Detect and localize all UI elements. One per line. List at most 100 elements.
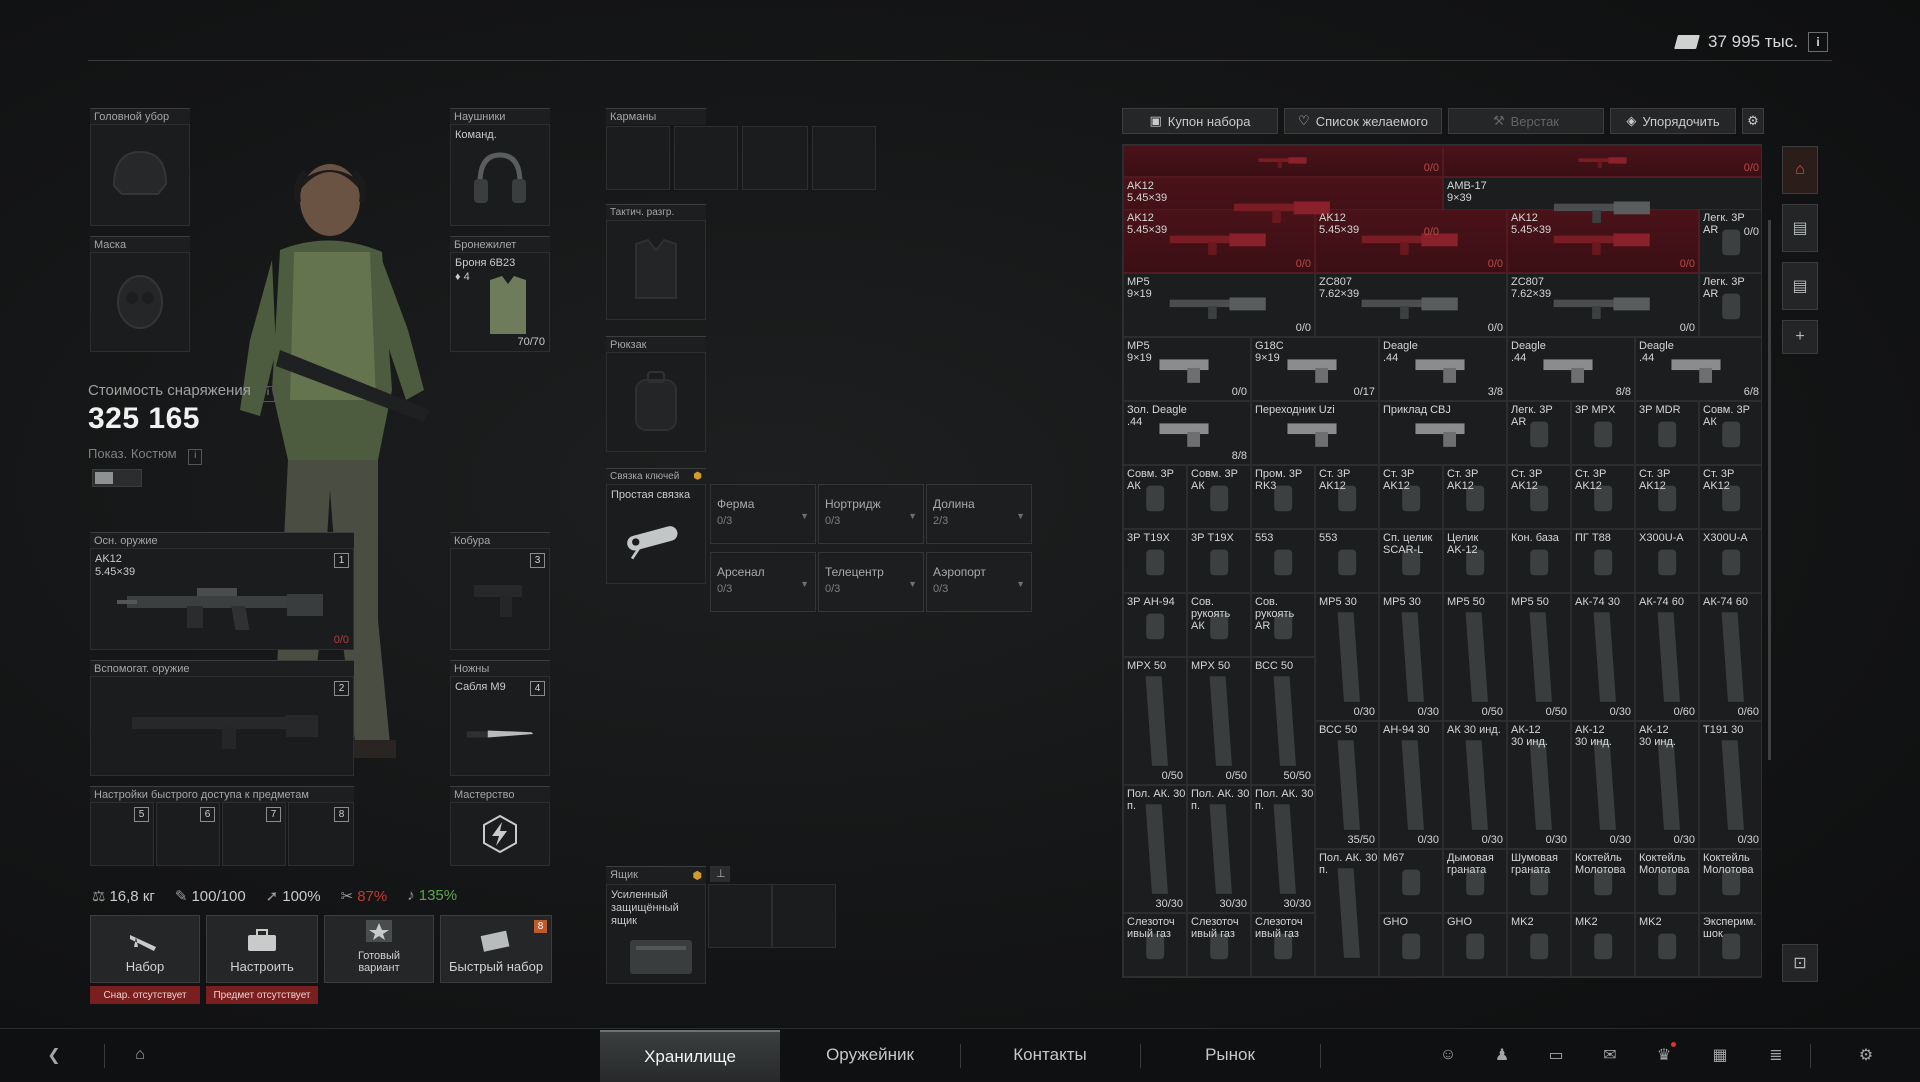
quick-loadout-button[interactable]: Быстрый набор 8 — [440, 915, 552, 983]
stash-item[interactable]: G18C 9×19 0/17 — [1251, 337, 1379, 401]
pocket-slot-2[interactable] — [674, 126, 738, 190]
stash-item[interactable]: Приклад CBJ — [1379, 401, 1507, 465]
stash-item[interactable]: MK2 — [1635, 913, 1699, 977]
tab-storage[interactable]: Хранилище — [600, 1030, 780, 1082]
key-slot[interactable]: Аэропорт 0/3 ▼ — [926, 552, 1032, 612]
stash-item[interactable]: Легк. 3Р AR — [1699, 209, 1761, 273]
notes-icon[interactable]: ▦ — [1708, 1044, 1732, 1066]
stash-item[interactable]: Сп. целик SCAR-L — [1379, 529, 1443, 593]
stash-item[interactable]: ВСС 50 35/50 — [1315, 721, 1379, 849]
stash-item[interactable]: Ст. 3Р AK12 — [1315, 465, 1379, 529]
wishlist-tab[interactable]: ♡ Список желаемого — [1284, 108, 1442, 134]
container-button-2[interactable]: ▤ — [1782, 262, 1818, 310]
stash-item[interactable]: Переходник Uzi — [1251, 401, 1379, 465]
key-slot[interactable]: Долина 2/3 ▼ — [926, 484, 1032, 544]
stash-item[interactable]: Пол. АК. 30 п. 30/30 — [1187, 785, 1251, 913]
keychain-slot[interactable]: Простая связка — [606, 484, 706, 584]
stash-item[interactable]: X300U-A — [1699, 529, 1761, 593]
stash-item[interactable]: MP5 50 0/50 — [1507, 593, 1571, 721]
stash-item[interactable]: MP5 30 0/30 — [1315, 593, 1379, 721]
back-icon[interactable]: ❮ — [42, 1044, 66, 1066]
stash-item[interactable]: MP5 50 0/50 — [1443, 593, 1507, 721]
info-icon[interactable]: i — [188, 449, 203, 465]
tab-contacts[interactable]: Контакты — [960, 1030, 1140, 1080]
stash-item[interactable]: X300U-A — [1635, 529, 1699, 593]
stash-item[interactable]: AK12 5.45×39 0/0 — [1507, 209, 1699, 273]
stash-item[interactable]: Deagle .44 3/8 — [1379, 337, 1507, 401]
stash-item[interactable]: MP5 9×19 0/0 — [1123, 273, 1315, 337]
stash-item[interactable]: Целик AK-12 — [1443, 529, 1507, 593]
settings-button[interactable]: ⚙ — [1742, 108, 1764, 134]
stash-item[interactable]: Сов. рукоять АК — [1187, 593, 1251, 657]
case-extra-slot-2[interactable] — [772, 884, 836, 948]
stash-item[interactable]: Зол. Deagle .44 8/8 — [1123, 401, 1251, 465]
kit-coupon-tab[interactable]: ▣ Купон набора — [1122, 108, 1278, 134]
stash-item[interactable]: АК-74 60 0/60 — [1699, 593, 1761, 721]
container-button-1[interactable]: ▤ — [1782, 204, 1818, 252]
earpiece-slot[interactable]: Команд. — [450, 124, 550, 226]
stash-item[interactable]: Слезоточ ивый газ — [1251, 913, 1315, 977]
stash-item[interactable]: 553 — [1251, 529, 1315, 593]
stash-item[interactable]: Deagle .44 8/8 — [1507, 337, 1635, 401]
stash-item[interactable]: АК-12 30 инд. 0/30 — [1507, 721, 1571, 849]
customize-button[interactable]: Настроить — [206, 915, 318, 983]
stash-item[interactable]: AK12 5.45×39 0/0 — [1123, 209, 1315, 273]
stash-item[interactable]: 3Р MDR — [1635, 401, 1699, 465]
profile-icon[interactable]: ♟ — [1490, 1044, 1514, 1066]
stash-item[interactable]: MK2 — [1571, 913, 1635, 977]
stash-item[interactable]: Коктейль Молотова — [1699, 849, 1761, 913]
primary-weapon-slot[interactable]: AK12 5.45×39 1 0/0 — [90, 548, 354, 650]
stash-item[interactable]: Ст. 3Р AK12 — [1699, 465, 1761, 529]
stash-item[interactable]: Коктейль Молотова — [1571, 849, 1635, 913]
stash-item[interactable]: Ст. 3Р AK12 — [1379, 465, 1443, 529]
stash-item[interactable]: Совм. 3Р АК — [1699, 401, 1761, 465]
stash-item[interactable]: MP5 9×19 0/0 — [1123, 337, 1251, 401]
stash-item[interactable]: Ст. 3Р AK12 — [1571, 465, 1635, 529]
stash-item[interactable]: AK12 5.45×39 0/0 — [1315, 209, 1507, 273]
home-icon[interactable]: ⌂ — [128, 1044, 152, 1066]
stash-item[interactable]: АК-12 30 инд. 0/30 — [1571, 721, 1635, 849]
backpack-slot[interactable] — [606, 352, 706, 452]
stash-item[interactable]: Слезоточ ивый газ — [1187, 913, 1251, 977]
stash-item[interactable]: Эксперим. шок — [1699, 913, 1761, 977]
stash-item[interactable]: 553 — [1315, 529, 1379, 593]
stash-item[interactable]: MP5 30 0/30 — [1379, 593, 1443, 721]
stash-item[interactable]: Ст. 3Р AK12 — [1443, 465, 1507, 529]
stash-item[interactable]: 0/0 — [1123, 145, 1443, 177]
quickslot-7[interactable]: 7 — [222, 802, 286, 866]
headwear-slot[interactable] — [90, 124, 190, 226]
gear-icon[interactable]: ⚙ — [1854, 1044, 1878, 1066]
info-icon[interactable]: i — [261, 386, 276, 402]
stash-item[interactable]: Сов. рукоять AR — [1251, 593, 1315, 657]
key-slot[interactable]: Телецентр 0/3 ▼ — [818, 552, 924, 612]
stash-item[interactable]: 3Р T19X — [1187, 529, 1251, 593]
stash-item[interactable]: Совм. 3Р АК — [1123, 465, 1187, 529]
discard-button[interactable]: ⊡ — [1782, 944, 1818, 982]
currency-info-button[interactable]: i — [1808, 32, 1828, 52]
stash-item[interactable]: Пол. АК. 30 п. 30/30 — [1123, 785, 1187, 913]
stash-grid[interactable]: 0/0 0/0 AK12 5.45×39 0/0 AMB-17 9×39 0/0 AK12 … — [1122, 144, 1762, 978]
secondary-weapon-slot[interactable]: 2 — [90, 676, 354, 776]
stash-item[interactable]: Ст. 3Р AK12 — [1635, 465, 1699, 529]
sort-tab[interactable]: ◈ Упорядочить — [1610, 108, 1736, 134]
pocket-slot-1[interactable] — [606, 126, 670, 190]
stash-item[interactable]: M67 — [1379, 849, 1443, 913]
quickslot-6[interactable]: 6 — [156, 802, 220, 866]
stash-item[interactable]: ZC807 7.62×39 0/0 — [1315, 273, 1507, 337]
stash-item[interactable]: АН-94 30 0/30 — [1379, 721, 1443, 849]
stash-item[interactable]: АК 30 инд. 0/30 — [1443, 721, 1507, 849]
stash-item[interactable]: Пол. АК. 30 п. 30/30 — [1251, 785, 1315, 913]
chat-icon[interactable]: ▭ — [1544, 1044, 1568, 1066]
face-slot[interactable] — [90, 252, 190, 352]
stash-item[interactable]: Слезоточ ивый газ — [1123, 913, 1187, 977]
stash-item[interactable]: MK2 — [1507, 913, 1571, 977]
stash-item[interactable]: Легк. 3Р AR — [1699, 273, 1761, 337]
add-container-button[interactable]: + — [1782, 320, 1818, 354]
quickslot-5[interactable]: 5 — [90, 802, 154, 866]
rig-slot[interactable] — [606, 220, 706, 320]
stash-item[interactable]: MPX 50 0/50 — [1187, 657, 1251, 785]
tab-gunsmith[interactable]: Оружейник — [780, 1030, 960, 1080]
stash-item[interactable]: Пол. АК. 30 п. — [1315, 849, 1379, 977]
stash-item[interactable]: Пром. 3Р RK3 — [1251, 465, 1315, 529]
armor-slot[interactable]: Броня 6В23 ♦ 4 70/70 — [450, 252, 550, 352]
